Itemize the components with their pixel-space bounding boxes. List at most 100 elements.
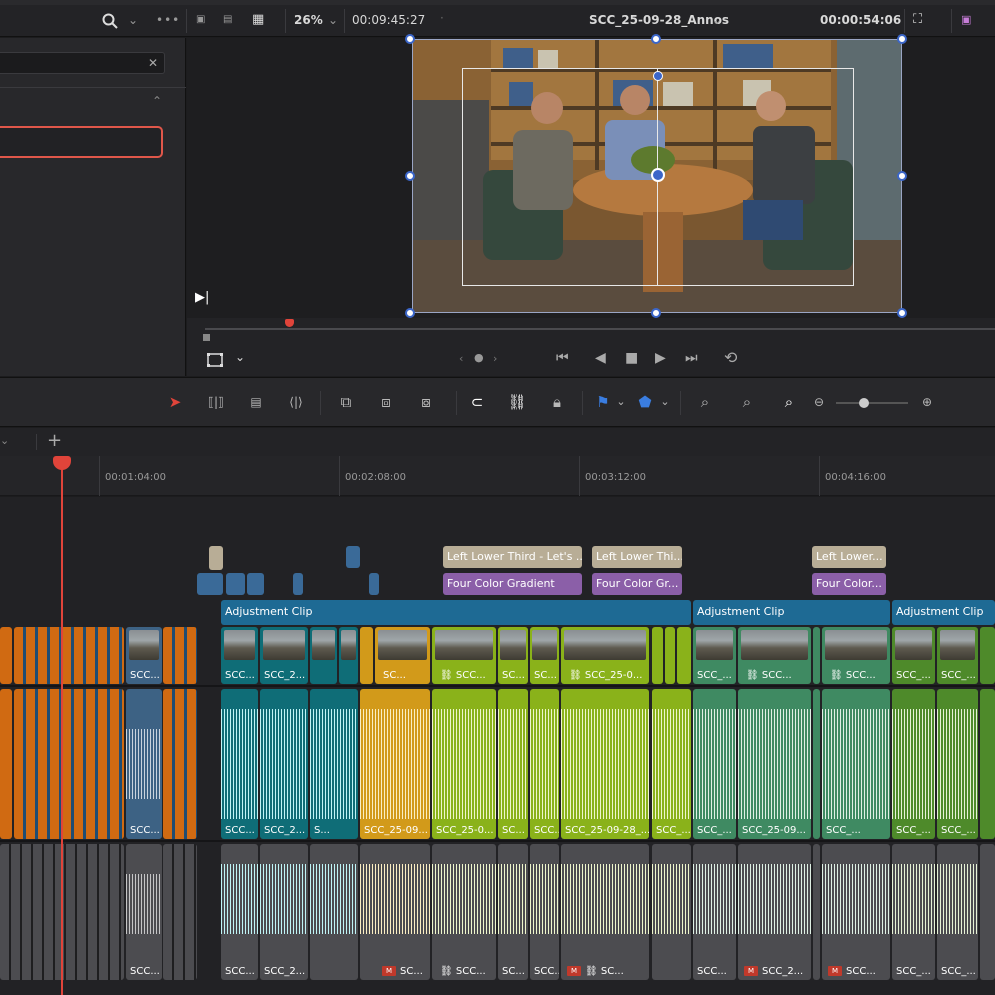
resize-handle[interactable] [651,34,661,44]
video-clip[interactable] [665,627,675,684]
adjustment-clip[interactable]: Adjustment Clip [221,600,691,625]
adjustment-clip[interactable]: Adjustment Clip [892,600,995,625]
overwrite-clip-icon[interactable]: ⧈ [372,392,400,412]
video-clip[interactable] [360,627,373,684]
insert-clip-icon[interactable]: ⧉ [332,392,360,412]
video-clip[interactable]: SCC_... [937,627,978,684]
zoom-detail-icon[interactable]: ⌕ [734,392,760,412]
grid-icon[interactable]: ▦ [252,12,264,27]
audio-clip[interactable]: SCC_... [937,689,978,839]
resize-handle[interactable] [405,34,415,44]
video-clip[interactable] [652,627,663,684]
zoom-full-icon[interactable]: ⌕ [692,392,718,412]
audio-clip[interactable] [813,844,820,980]
video-clip[interactable]: SC... [530,627,559,684]
audio-clip[interactable]: M SCC... [822,844,890,980]
resize-handle[interactable] [405,171,415,181]
title-clip[interactable]: Left Lower Thi... [592,546,682,568]
audio-clip[interactable]: SCC_... [892,689,935,839]
scrub-track[interactable] [205,328,995,330]
loop-icon[interactable]: ⟲ [724,348,737,367]
video-clip[interactable]: SCC_... [693,627,736,684]
title-clip[interactable]: Left Lower... [812,546,886,568]
zoom-slider-knob[interactable] [859,398,869,408]
options-chevron-icon[interactable]: ⌄ [0,434,9,447]
clip[interactable] [197,573,223,595]
audio-clip[interactable] [14,689,124,839]
go-to-end-icon[interactable]: ⏭ [685,350,698,366]
audio-clip[interactable]: SCC_25-09-28_... [561,689,649,839]
audio-clip[interactable]: SCC... [221,844,258,980]
search-icon[interactable] [102,13,118,29]
video-frame[interactable] [412,39,902,313]
video-clip[interactable]: ⛓ SCC_25-0... [561,627,649,684]
audio-clip[interactable]: SCC_2... [260,689,308,839]
clip[interactable] [226,573,245,595]
blade-tool-icon[interactable]: ⟨|⟩ [282,392,310,412]
audio-clip[interactable]: SCC_... [693,689,736,839]
collapse-chevron-icon[interactable]: ⌃ [152,94,162,108]
audio-clip[interactable] [163,689,197,839]
position-lock-icon[interactable]: 🔒︎ [546,392,568,412]
play-icon[interactable]: ▶ [655,350,666,366]
audio-clip[interactable]: SCC... [126,689,162,839]
audio-clip[interactable]: SCC... [530,844,559,980]
selection-tool-icon[interactable]: ➤ [164,392,186,412]
video-clip[interactable]: SCC_2... [260,627,308,684]
video-clip[interactable]: SCC... [221,627,258,684]
video-clip[interactable] [14,627,124,684]
search-input[interactable]: ✕ [0,52,165,74]
audio-clip[interactable]: SCC_... [892,844,935,980]
generator-clip[interactable]: Four Color Gradient [443,573,582,595]
timeline-ruler[interactable]: 00:01:04:00 00:02:08:00 00:03:12:00 00:0… [0,456,995,496]
video-clip[interactable] [0,627,12,684]
transform-chevron-icon[interactable]: ⌄ [235,350,245,364]
audio-clip[interactable]: SCC... [530,689,559,839]
audio-clip[interactable]: SCC_25-09... [738,689,811,839]
play-reverse-icon[interactable]: ◀ [595,350,606,366]
next-frame-icon[interactable]: ▶| [195,290,209,305]
go-to-start-icon[interactable]: ⏮ [556,350,569,366]
video-clip[interactable] [677,627,691,684]
stop-icon[interactable]: ■ [625,350,638,366]
replace-clip-icon[interactable]: ⧇ [412,392,440,412]
transform-mode-icon[interactable] [207,353,223,367]
audio-clip[interactable]: M SC... [360,844,430,980]
audio-clip[interactable] [813,689,820,839]
audio-clip[interactable]: SCC... [221,689,258,839]
image-icon[interactable]: ▣ [196,14,205,25]
clip[interactable] [346,546,360,568]
audio-clip[interactable]: SCC_... [652,689,691,839]
audio-clip[interactable]: SCC_... [822,689,890,839]
resize-handle[interactable] [897,308,907,318]
audio-clip[interactable]: SCC_... [937,844,978,980]
audio-clip[interactable] [980,844,995,980]
marker-chevron-icon[interactable]: ⌄ [654,392,676,412]
clip[interactable] [293,573,303,595]
zoom-level[interactable]: 26% [294,13,323,27]
resize-handle[interactable] [897,34,907,44]
timeline-chevron-icon[interactable]: ⌄ [712,13,722,27]
zoom-slider[interactable] [836,402,908,404]
next-clip-icon[interactable]: › [493,352,497,365]
clip[interactable] [247,573,264,595]
in-marker[interactable] [203,334,210,341]
add-timeline-icon[interactable]: + [47,430,62,451]
linked-selection-icon[interactable]: ⛓ [506,392,528,412]
video-clip[interactable] [163,627,197,684]
dynamic-trim-icon[interactable]: ▤ [242,392,270,412]
prev-clip-icon[interactable]: ‹ [459,352,463,365]
video-clip[interactable] [339,627,358,684]
timeline-name[interactable]: SCC_25-09-28_Annos [589,13,729,27]
video-clip[interactable]: SC... [498,627,528,684]
resize-handle[interactable] [897,171,907,181]
video-clip[interactable]: ⛓ SCC... [432,627,496,684]
resize-handle[interactable] [651,308,661,318]
zoom-in-icon[interactable]: ⊕ [916,392,938,412]
scrub-playhead[interactable] [285,319,294,327]
video-clip[interactable]: ⛓ SCC... [822,627,890,684]
audio-clip[interactable]: SCC... [693,844,736,980]
playhead[interactable] [61,458,63,995]
audio-clip[interactable] [980,689,995,839]
adjustment-clip[interactable]: Adjustment Clip [693,600,890,625]
